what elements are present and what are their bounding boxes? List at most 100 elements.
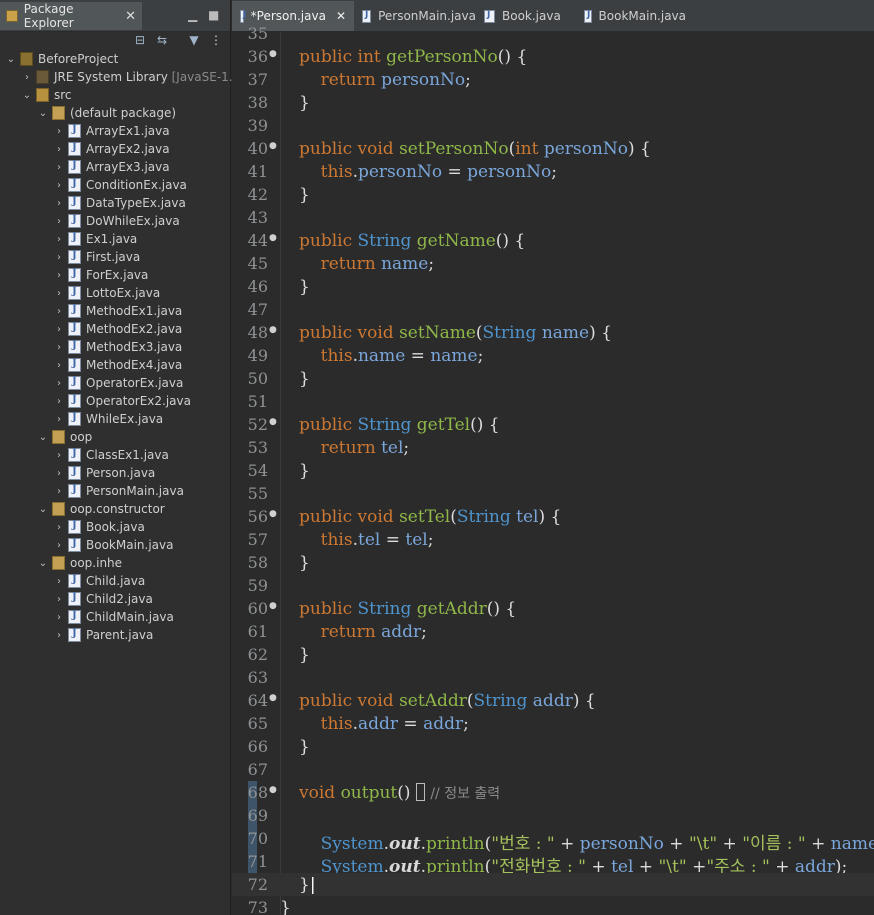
chevron-right-icon[interactable]: › xyxy=(54,342,64,353)
tree-item[interactable]: › ForEx.java xyxy=(0,266,230,284)
fold-toggle-icon[interactable]: ● xyxy=(269,693,277,703)
code-line[interactable]: 45 return name; xyxy=(232,252,874,275)
chevron-right-icon[interactable]: › xyxy=(54,234,64,245)
tree-item[interactable]: › ArrayEx1.java xyxy=(0,122,230,140)
chevron-right-icon[interactable]: › xyxy=(54,306,64,317)
tab-package-explorer[interactable]: Package Explorer ✕ xyxy=(0,2,142,30)
chevron-right-icon[interactable]: › xyxy=(22,72,32,83)
chevron-right-icon[interactable]: › xyxy=(54,540,64,551)
chevron-right-icon[interactable]: › xyxy=(54,576,64,587)
chevron-right-icon[interactable]: › xyxy=(54,288,64,299)
code-line[interactable]: 51 xyxy=(232,390,874,413)
code-line[interactable]: 53 return tel; xyxy=(232,436,874,459)
view-menu-icon[interactable]: ⋮ xyxy=(208,32,224,48)
chevron-right-icon[interactable]: › xyxy=(54,522,64,533)
tree-item[interactable]: › LottoEx.java xyxy=(0,284,230,302)
tree-item[interactable]: › ClassEx1.java xyxy=(0,446,230,464)
code-line[interactable]: 41 this.personNo = personNo; xyxy=(232,160,874,183)
chevron-right-icon[interactable]: › xyxy=(54,216,64,227)
fold-toggle-icon[interactable]: ● xyxy=(269,417,277,427)
code-line[interactable]: 38} xyxy=(232,91,874,114)
tree-item[interactable]: › WhileEx.java xyxy=(0,410,230,428)
code-line[interactable]: 65 this.addr = addr; xyxy=(232,712,874,735)
code-line[interactable]: 56 ● public void setTel(String tel) { xyxy=(232,505,874,528)
chevron-right-icon[interactable]: › xyxy=(54,324,64,335)
chevron-down-icon[interactable]: ⌄ xyxy=(6,54,16,65)
tree-item[interactable]: › MethodEx2.java xyxy=(0,320,230,338)
code-line[interactable]: 67 xyxy=(232,758,874,781)
tree-item[interactable]: › OperatorEx.java xyxy=(0,374,230,392)
tree-item[interactable]: ⌄ oop.inhe xyxy=(0,554,230,572)
code-area[interactable]: 35 36 ● public int getPersonNo() {37 return… xyxy=(232,24,874,915)
chevron-right-icon[interactable]: › xyxy=(54,378,64,389)
tree-item[interactable]: › Person.java xyxy=(0,464,230,482)
code-line[interactable]: 50} xyxy=(232,367,874,390)
chevron-right-icon[interactable]: › xyxy=(54,144,64,155)
code-line[interactable]: 35 xyxy=(232,22,874,45)
chevron-right-icon[interactable]: › xyxy=(54,630,64,641)
tree-item[interactable]: ⌄ (default package) xyxy=(0,104,230,122)
fold-toggle-icon[interactable]: ● xyxy=(269,233,277,243)
code-line[interactable]: 55 xyxy=(232,482,874,505)
code-line[interactable]: 39 xyxy=(232,114,874,137)
tree-item[interactable]: › Child.java xyxy=(0,572,230,590)
chevron-down-icon[interactable]: ⌄ xyxy=(38,558,48,569)
code-line[interactable]: 61 return addr; xyxy=(232,620,874,643)
code-line[interactable]: 70 System.out.println("번호 : " + personNo… xyxy=(232,827,874,854)
tree-item[interactable]: ⌄ BeforeProject xyxy=(0,50,230,68)
close-icon[interactable]: ✕ xyxy=(336,9,346,23)
tree-item[interactable]: ⌄ src xyxy=(0,86,230,104)
tree-item[interactable]: ⌄ oop xyxy=(0,428,230,446)
tree-item[interactable]: › ChildMain.java xyxy=(0,608,230,626)
code-line[interactable]: 66} xyxy=(232,735,874,758)
tree-item[interactable]: › OperatorEx2.java xyxy=(0,392,230,410)
chevron-right-icon[interactable]: › xyxy=(54,198,64,209)
code-line[interactable]: 42} xyxy=(232,183,874,206)
code-line[interactable]: 54} xyxy=(232,459,874,482)
chevron-right-icon[interactable]: › xyxy=(54,396,64,407)
code-line[interactable]: 69 xyxy=(232,804,874,827)
code-line[interactable]: 63 xyxy=(232,666,874,689)
chevron-right-icon[interactable]: › xyxy=(54,162,64,173)
chevron-down-icon[interactable]: ⌄ xyxy=(38,504,48,515)
code-line[interactable]: 46} xyxy=(232,275,874,298)
tree-item[interactable]: › DoWhileEx.java xyxy=(0,212,230,230)
code-line[interactable]: 43 xyxy=(232,206,874,229)
filter-icon[interactable]: ▼ xyxy=(186,32,202,48)
code-line[interactable]: 59 xyxy=(232,574,874,597)
code-line[interactable]: 60 ● public String getAddr() { xyxy=(232,597,874,620)
chevron-right-icon[interactable]: › xyxy=(54,126,64,137)
code-line[interactable]: 71 System.out.println("전화번호 : " + tel + … xyxy=(232,850,874,877)
chevron-right-icon[interactable]: › xyxy=(54,360,64,371)
code-line[interactable]: 68 ● void output() // 정보 출력 xyxy=(232,781,874,804)
fold-toggle-icon[interactable]: ● xyxy=(269,325,277,335)
tree-item[interactable]: › Child2.java xyxy=(0,590,230,608)
code-line[interactable]: 49 this.name = name; xyxy=(232,344,874,367)
tree-item[interactable]: › ArrayEx3.java xyxy=(0,158,230,176)
chevron-right-icon[interactable]: › xyxy=(54,468,64,479)
tree-item[interactable]: › JRE System Library [JavaSE-1.8] xyxy=(0,68,245,86)
code-line[interactable]: 58} xyxy=(232,551,874,574)
code-line[interactable]: 37 return personNo; xyxy=(232,68,874,91)
chevron-right-icon[interactable]: › xyxy=(54,270,64,281)
tree-item[interactable]: › Ex1.java xyxy=(0,230,230,248)
tree-item[interactable]: › MethodEx4.java xyxy=(0,356,230,374)
chevron-right-icon[interactable]: › xyxy=(54,180,64,191)
code-line[interactable]: 44 ● public String getName() { xyxy=(232,229,874,252)
tree-item[interactable]: › MethodEx3.java xyxy=(0,338,230,356)
tree-item[interactable]: › PersonMain.java xyxy=(0,482,230,500)
chevron-right-icon[interactable]: › xyxy=(54,414,64,425)
tree-item[interactable]: › Book.java xyxy=(0,518,230,536)
tree-item[interactable]: › DataTypeEx.java xyxy=(0,194,230,212)
code-line[interactable]: 62} xyxy=(232,643,874,666)
code-line[interactable]: 40 ● public void setPersonNo(int personNo)… xyxy=(232,137,874,160)
collapse-all-icon[interactable]: ⊟ xyxy=(132,32,148,48)
chevron-right-icon[interactable]: › xyxy=(54,594,64,605)
code-line[interactable]: 72}| xyxy=(232,873,874,896)
code-line[interactable]: 47 xyxy=(232,298,874,321)
chevron-down-icon[interactable]: ⌄ xyxy=(38,108,48,119)
code-line[interactable]: 48 ● public void setName(String name) { xyxy=(232,321,874,344)
tree-item[interactable]: › MethodEx1.java xyxy=(0,302,230,320)
tree-item[interactable]: › First.java xyxy=(0,248,230,266)
maximize-icon[interactable]: ■ xyxy=(208,8,219,22)
